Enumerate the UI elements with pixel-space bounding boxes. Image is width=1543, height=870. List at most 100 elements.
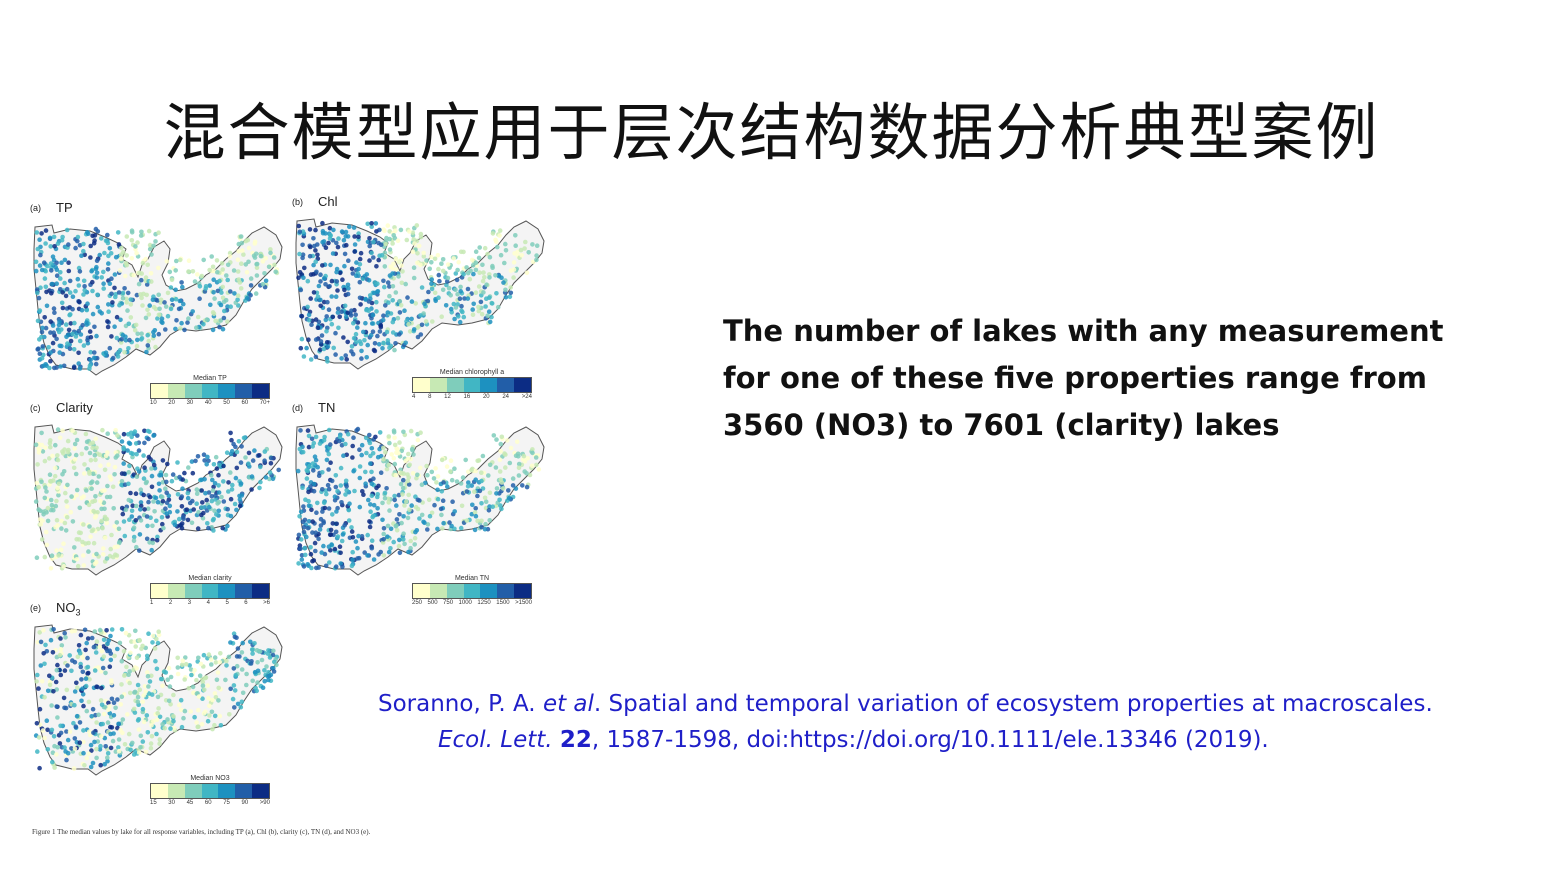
- lake-dot: [209, 662, 214, 667]
- lake-dot: [238, 704, 244, 710]
- lake-dot: [57, 343, 63, 349]
- lake-dot: [124, 234, 130, 239]
- lake-dot: [318, 279, 323, 284]
- lake-dot: [328, 532, 334, 537]
- lake-dot: [326, 427, 332, 433]
- lake-dot: [104, 556, 110, 561]
- lake-dot: [460, 309, 465, 315]
- lake-dot: [435, 526, 440, 532]
- lake-dot: [533, 455, 539, 460]
- lake-dot: [326, 544, 332, 549]
- lake-dot: [65, 737, 71, 743]
- lake-dot: [393, 228, 398, 233]
- lake-dot: [314, 269, 319, 275]
- lake-dot: [94, 270, 100, 276]
- lake-dot: [85, 655, 90, 661]
- lake-dot: [88, 534, 93, 539]
- lake-dot: [84, 446, 89, 451]
- lake-dot: [258, 464, 263, 470]
- lake-dot: [374, 309, 379, 314]
- panel-name: Clarity: [56, 400, 93, 415]
- lake-dot: [249, 647, 255, 652]
- lake-dot: [483, 521, 488, 527]
- legend-tick: 60: [204, 800, 212, 806]
- lake-dot: [84, 307, 90, 313]
- lake-dot: [463, 457, 468, 463]
- lake-dot: [55, 453, 60, 458]
- legend-swatch: [151, 784, 168, 798]
- lake-dot: [43, 284, 49, 290]
- lake-dot: [508, 445, 514, 451]
- lake-dot: [252, 448, 257, 453]
- legend-tick: 750: [443, 600, 454, 606]
- lake-dot: [299, 314, 305, 319]
- lake-dot: [190, 498, 195, 504]
- lake-dot: [419, 512, 425, 518]
- lake-dot: [499, 434, 505, 440]
- lake-dot: [220, 284, 225, 290]
- lake-dot: [104, 520, 109, 526]
- lake-dot: [483, 304, 488, 309]
- lake-dot: [73, 245, 78, 251]
- lake-dot: [511, 275, 516, 280]
- lake-dot: [192, 667, 197, 673]
- lake-dot: [320, 487, 325, 492]
- lake-dot: [70, 294, 76, 299]
- lake-dot: [355, 325, 360, 330]
- lake-dot: [530, 242, 535, 247]
- lake-dot: [441, 520, 446, 526]
- lake-dot: [106, 462, 111, 467]
- lake-dot: [116, 721, 121, 727]
- lake-dot: [77, 366, 83, 371]
- lake-dot: [419, 285, 425, 290]
- lake-dot: [62, 520, 68, 526]
- lake-dot: [369, 321, 375, 326]
- lake-dot: [306, 337, 311, 342]
- lake-dot: [503, 248, 509, 253]
- lake-dot: [113, 552, 118, 557]
- lake-dot: [45, 727, 50, 733]
- lake-dot: [437, 278, 442, 284]
- lake-dot: [201, 257, 206, 263]
- lake-dot: [452, 509, 457, 514]
- lake-dot: [253, 685, 258, 691]
- lake-dot: [331, 227, 336, 233]
- lake-dot: [347, 224, 352, 229]
- lake-dot: [367, 236, 372, 241]
- lake-dot: [309, 565, 314, 571]
- lake-dot: [35, 672, 40, 678]
- lake-dot: [482, 245, 488, 251]
- lake-dot: [93, 494, 98, 499]
- lake-dot: [298, 546, 303, 551]
- lake-dot: [90, 706, 96, 712]
- lake-dot: [349, 266, 355, 272]
- lake-dot: [101, 286, 106, 291]
- lake-dot: [135, 337, 140, 343]
- lake-dot: [159, 515, 165, 520]
- lake-dot: [55, 457, 61, 463]
- lake-dot: [39, 334, 44, 340]
- lake-dot: [66, 242, 71, 247]
- lake-dot: [232, 501, 238, 507]
- lake-dot: [268, 250, 273, 256]
- slide-title: 混合模型应用于层次结构数据分析典型案例: [163, 96, 1380, 169]
- lake-dot: [429, 277, 434, 282]
- lake-dot: [186, 269, 191, 274]
- legend-tick: 8: [428, 394, 432, 400]
- lake-dot: [134, 666, 139, 671]
- lake-dot: [63, 528, 69, 533]
- lake-dot: [34, 480, 40, 486]
- lake-dot: [339, 500, 344, 505]
- lake-dot: [165, 717, 170, 722]
- lake-dot: [534, 243, 540, 248]
- legend-bar: [150, 783, 270, 799]
- map-legend: Median chlorophyll a 4 8 12 16 20 24 >24: [412, 369, 532, 400]
- lake-dot: [99, 685, 104, 691]
- lake-dot: [48, 637, 54, 643]
- lake-dot: [168, 726, 173, 731]
- lake-dot: [406, 322, 411, 327]
- lake-dot: [212, 655, 218, 660]
- lake-dot: [42, 315, 47, 320]
- lake-dot: [75, 234, 81, 240]
- lake-dot: [313, 548, 318, 554]
